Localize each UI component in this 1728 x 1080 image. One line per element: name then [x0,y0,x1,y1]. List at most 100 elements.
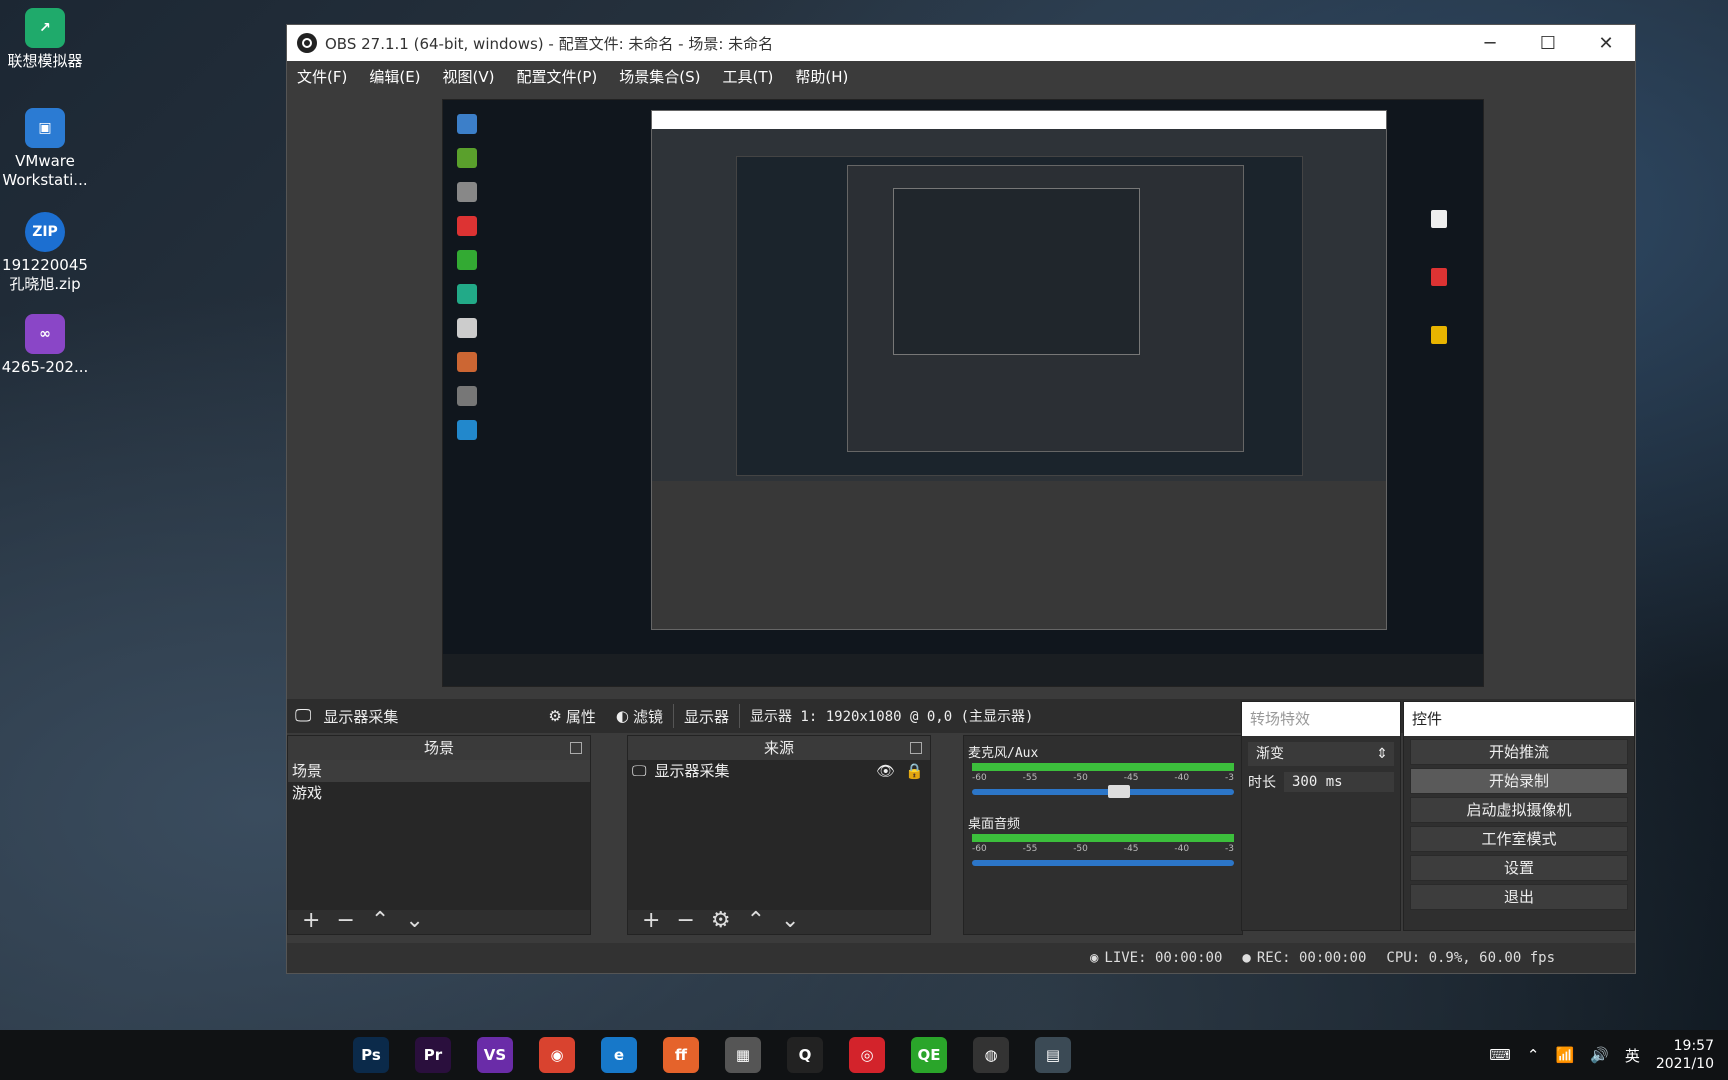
sources-title: 来源 [763,739,794,757]
add-source-button[interactable]: + [642,908,660,933]
controls-dock: 控件 开始推流 开始录制 启动虚拟摄像机 工作室模式 设置 退出 [1403,701,1635,931]
preview-taskbar [443,654,1483,686]
desktop-icon-3[interactable]: ∞ 4265-202... [0,314,90,377]
move-down-button[interactable]: ⌄ [405,908,423,933]
remove-source-button[interactable]: − [676,908,694,933]
obs-logo-icon [297,33,317,53]
desktop-icon-label: VMware Workstati... [2,152,88,189]
zip-icon: ZIP [25,212,65,252]
properties-button[interactable]: 属性 [566,706,596,727]
premiere-icon[interactable]: Pr [415,1037,451,1073]
move-up-button[interactable]: ⌃ [371,908,389,933]
monitor-icon: 🖵 [632,762,647,780]
start-streaming-button[interactable]: 开始推流 [1410,739,1628,765]
network-icon[interactable]: 📶 [1555,1046,1574,1064]
chevron-up-icon[interactable]: ⌃ [1527,1046,1540,1064]
menu-view[interactable]: 视图(V) [443,66,495,87]
start-virtual-camera-button[interactable]: 启动虚拟摄像机 [1410,797,1628,823]
system-tray: ⌨ ⌃ 📶 🔊 英 19:57 2021/10 [1481,1037,1728,1073]
visual-studio-icon[interactable]: VS [477,1037,513,1073]
scenes-title: 场景 [423,739,454,757]
preview-right-icons [1431,210,1471,384]
add-scene-button[interactable]: + [302,908,320,933]
desktop-icon-label: 191220045 孔晓旭.zip [2,256,88,293]
title-bar: OBS 27.1.1 (64-bit, windows) - 配置文件: 未命名… [287,25,1635,61]
exit-button[interactable]: 退出 [1410,884,1628,910]
source-item-label: 显示器采集 [654,762,730,780]
start-recording-button[interactable]: 开始录制 [1410,768,1628,794]
mixer-channel-name: 麦克风/Aux [968,746,1039,761]
firefox-icon[interactable]: ff [663,1037,699,1073]
volume-slider[interactable] [972,860,1234,866]
volume-slider-handle[interactable] [1108,785,1131,798]
studio-mode-button[interactable]: 工作室模式 [1410,826,1628,852]
transition-select[interactable]: 渐变 ⇕ [1248,742,1394,766]
keyboard-icon[interactable]: ⌨ [1489,1046,1511,1064]
move-down-button[interactable]: ⌄ [781,908,799,933]
transitions-title[interactable]: 转场特效 [1242,702,1400,736]
live-icon: ◉ [1089,950,1099,966]
terminal-icon[interactable]: ▤ [1035,1037,1071,1073]
visual-studio-icon: ∞ [25,314,65,354]
close-button[interactable]: ✕ [1577,33,1635,54]
display-select[interactable]: 显示器 1: 1920x1080 @ 0,0 (主显示器) [750,706,1033,726]
rec-status: REC: 00:00:00 [1256,950,1367,966]
clock-date: 2021/10 [1655,1056,1714,1072]
clock[interactable]: 19:57 2021/10 [1656,1037,1714,1073]
menu-edit[interactable]: 编辑(E) [369,66,420,87]
settings-button[interactable]: 设置 [1410,855,1628,881]
clock-time: 19:57 [1673,1038,1714,1054]
desktop-icon-0[interactable]: ↗ 联想模拟器 [0,8,90,71]
audio-mixer-dock: 麦克风/Aux -60 -55 -50 -45 -40 -3 桌面音频 -60 -55 -50… [963,735,1243,935]
menu-profile[interactable]: 配置文件(P) [517,66,598,87]
menu-file[interactable]: 文件(F) [297,66,347,87]
scene-item[interactable]: 场景 [288,760,590,782]
obs-window: OBS 27.1.1 (64-bit, windows) - 配置文件: 未命名… [286,24,1636,974]
qq-icon[interactable]: Q [787,1037,823,1073]
maximize-button[interactable]: ☐ [1519,33,1577,54]
remove-scene-button[interactable]: − [336,908,354,933]
vmware-icon: ▣ [25,108,65,148]
taskbar-apps: Ps Pr VS ◉ e ff ▦ Q ◎ QE ◍ ▤ [340,1037,1084,1073]
menu-tools[interactable]: 工具(T) [722,66,773,87]
desktop-icon-label: 4265-202... [1,358,89,376]
store-icon[interactable]: ▦ [725,1037,761,1073]
source-item[interactable]: 🖵 显示器采集 👁 🔒 [628,760,930,782]
input-method[interactable]: 英 [1625,1045,1640,1066]
live-status: LIVE: 00:00:00 [1104,950,1223,966]
float-dock-icon[interactable] [570,742,582,754]
volume-slider[interactable] [972,785,1234,798]
menu-bar: 文件(F) 编辑(E) 视图(V) 配置文件(P) 场景集合(S) 工具(T) … [287,61,1635,91]
sources-dock: 来源 🖵 显示器采集 👁 🔒 + − ⚙ ⌃ ⌄ [627,735,931,935]
menu-help[interactable]: 帮助(H) [795,66,848,87]
visibility-eye-icon[interactable]: 👁 [876,760,895,782]
duration-label: 时长 [1248,775,1276,791]
photoshop-icon[interactable]: Ps [353,1037,389,1073]
filters-button[interactable]: 滤镜 [633,706,663,727]
float-dock-icon[interactable] [910,742,922,754]
netease-music-icon[interactable]: ◎ [849,1037,885,1073]
scene-item[interactable]: 游戏 [288,782,590,804]
move-up-button[interactable]: ⌃ [747,908,765,933]
volume-icon[interactable]: 🔊 [1590,1046,1609,1064]
mixer-channel-mic: 麦克风/Aux -60 -55 -50 -45 -40 -3 [964,736,1242,807]
monitor-icon: 🖵 [295,706,312,726]
gear-icon: ⚙ [548,707,562,725]
controls-title[interactable]: 控件 [1404,702,1634,736]
gear-icon[interactable]: ⚙ [711,908,731,933]
desktop-icon-1[interactable]: ▣ VMware Workstati... [0,108,90,190]
preview-canvas[interactable] [442,99,1484,687]
chrome-icon[interactable]: ◉ [539,1037,575,1073]
desktop-icon-2[interactable]: ZIP 191220045 孔晓旭.zip [0,212,90,294]
menu-scene-collection[interactable]: 场景集合(S) [619,66,700,87]
preview-desktop-icons [443,100,493,440]
lock-icon[interactable]: 🔒 [905,760,924,782]
preview-nested-obs [651,110,1387,630]
obs-icon[interactable]: ◍ [973,1037,1009,1073]
edge-icon[interactable]: e [601,1037,637,1073]
minimize-button[interactable]: ─ [1461,33,1519,54]
duration-input[interactable]: 300 ms [1284,772,1394,792]
taskbar: Ps Pr VS ◉ e ff ▦ Q ◎ QE ◍ ▤ ⌨ ⌃ 📶 🔊 英 19:57 2021/1… [0,1030,1728,1080]
display-label: 显示器 [683,707,729,726]
wechat-icon[interactable]: QE [911,1037,947,1073]
